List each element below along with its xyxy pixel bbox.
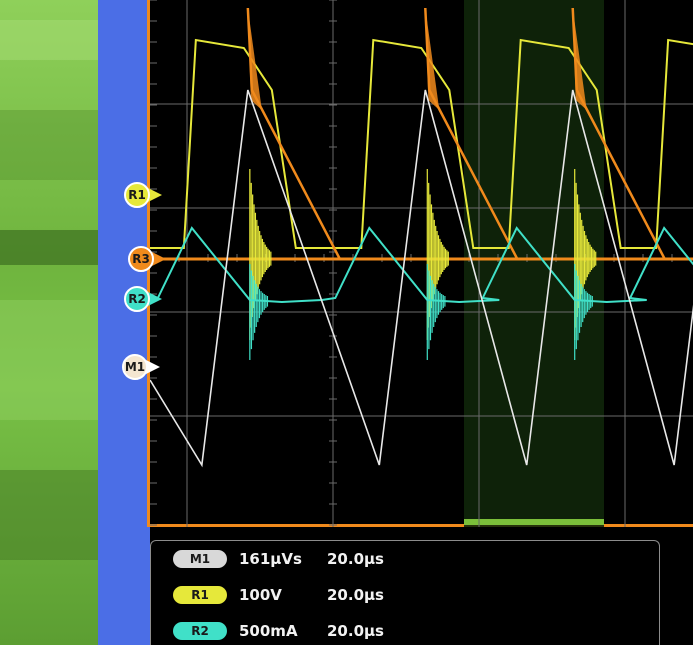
readout-row-r2[interactable]: R2 500mA 20.0μs [173, 619, 407, 643]
r2-waveform [150, 226, 693, 304]
m1-marker-label: M1 [122, 354, 148, 380]
readout-row-r1[interactable]: R1 100V 20.0μs [173, 583, 407, 607]
background-photo [0, 0, 98, 645]
readout-row-m1[interactable]: M1 161μVs 20.0μs [173, 547, 407, 571]
r1-badge: R1 [173, 586, 227, 604]
r1-waveform [150, 38, 693, 249]
r1-arrow-icon [148, 188, 162, 202]
m1-badge: M1 [173, 550, 227, 568]
r1-timebase: 20.0μs [327, 586, 384, 604]
r1-channel-marker[interactable]: R1 [124, 182, 184, 208]
r2-channel-marker[interactable]: R2 [124, 286, 184, 312]
r3-marker-label: R3 [128, 246, 154, 272]
r3-channel-marker[interactable]: R3 [128, 246, 188, 272]
r2-marker-label: R2 [124, 286, 150, 312]
r3-spike-1 [425, 8, 440, 110]
m1-scale: 161μVs [239, 550, 302, 568]
r2-arrow-icon [148, 292, 162, 306]
m1-timebase: 20.0μs [327, 550, 384, 568]
r2-timebase: 20.0μs [327, 622, 384, 640]
waveform-plot [150, 0, 693, 527]
r1-marker-label: R1 [124, 182, 150, 208]
channel-readout-panel: M1 161μVs 20.0μs R1 100V 20.0μs R2 500mA… [150, 540, 660, 645]
r1-scale: 100V [239, 586, 282, 604]
zoom-region-bar [464, 519, 604, 525]
r2-scale: 500mA [239, 622, 298, 640]
oscilloscope-display [147, 0, 693, 527]
m1-channel-marker[interactable]: M1 [122, 354, 184, 380]
side-band [98, 0, 150, 645]
r3-arrow-icon [152, 252, 166, 266]
m1-arrow-icon [146, 360, 160, 374]
r2-badge: R2 [173, 622, 227, 640]
